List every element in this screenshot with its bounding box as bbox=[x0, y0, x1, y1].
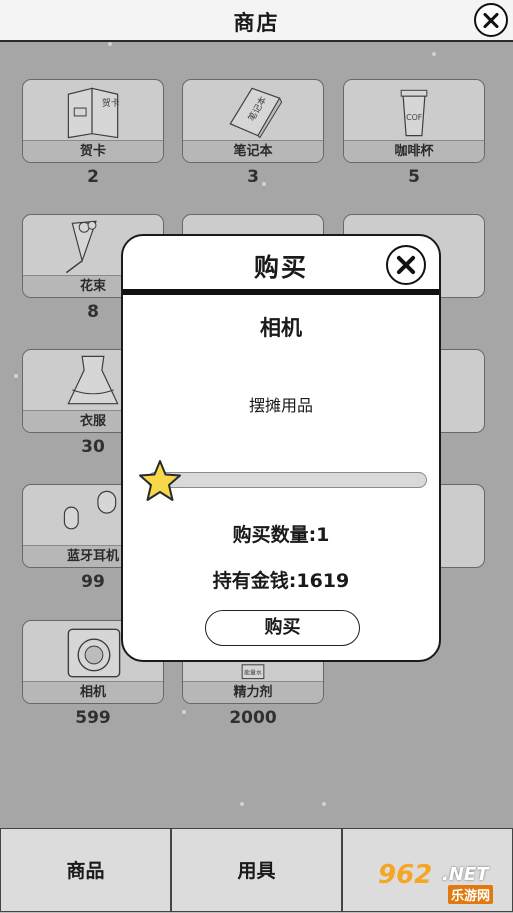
item-card[interactable]: COF 咖啡杯 bbox=[343, 79, 485, 163]
item-name: 笔记本 bbox=[183, 140, 323, 162]
watermark-text: 乐游网 bbox=[448, 885, 494, 904]
item-name: 贺卡 bbox=[23, 140, 163, 162]
item-name: 精力剂 bbox=[183, 681, 323, 703]
sparkle bbox=[322, 802, 326, 806]
svg-text:贺卡: 贺卡 bbox=[102, 97, 120, 109]
item-price: 2 bbox=[87, 167, 99, 187]
close-shop-button[interactable] bbox=[474, 3, 508, 37]
divider bbox=[123, 289, 439, 295]
shop-item-notebook[interactable]: 笔记本 笔记本 3 bbox=[182, 79, 324, 187]
item-name: 咖啡杯 bbox=[344, 140, 484, 162]
star-slider-handle-icon[interactable] bbox=[137, 458, 183, 504]
watermark-net: .NET bbox=[442, 864, 489, 885]
sparkle bbox=[182, 710, 186, 714]
svg-text:COF: COF bbox=[406, 113, 423, 122]
item-card[interactable]: 笔记本 笔记本 bbox=[182, 79, 324, 163]
svg-text:能量水: 能量水 bbox=[244, 669, 262, 677]
item-name: 相机 bbox=[23, 681, 163, 703]
sparkle bbox=[14, 374, 18, 378]
tab-tools[interactable]: 用具 bbox=[171, 828, 342, 912]
quantity-slider[interactable] bbox=[147, 472, 427, 488]
item-price: 2000 bbox=[229, 708, 277, 728]
purchase-quantity: 购买数量:1 bbox=[232, 524, 330, 546]
purchase-dialog: 购买 相机 摆摊用品 购买数量:1 持有金钱:1619 购买 bbox=[121, 234, 441, 662]
item-price: 599 bbox=[75, 708, 111, 728]
sparkle bbox=[240, 802, 244, 806]
money-held: 持有金钱:1619 bbox=[212, 570, 350, 592]
watermark-logo: 962 .NET 乐游网 bbox=[372, 858, 510, 906]
item-price: 5 bbox=[408, 167, 420, 187]
sparkle bbox=[262, 182, 266, 186]
close-dialog-button[interactable] bbox=[386, 245, 426, 285]
page-title: 商店 bbox=[233, 11, 280, 35]
buy-button[interactable]: 购买 bbox=[205, 610, 360, 646]
watermark-number: 962 bbox=[378, 860, 433, 890]
item-name-heading: 相机 bbox=[260, 316, 302, 340]
tab-goods[interactable]: 商品 bbox=[0, 828, 171, 912]
item-description: 摆摊用品 bbox=[248, 396, 313, 415]
item-price: 3 bbox=[247, 167, 259, 187]
item-card[interactable]: 贺卡 贺卡 bbox=[22, 79, 164, 163]
coffee-cup-icon: COF bbox=[400, 89, 428, 137]
shop-item-greeting-card[interactable]: 贺卡 贺卡 2 bbox=[22, 79, 164, 187]
sparkle bbox=[432, 52, 436, 56]
sparkle bbox=[108, 42, 112, 46]
header-bar: 商店 bbox=[0, 0, 513, 42]
greeting-card-icon: 贺卡 bbox=[67, 87, 120, 139]
notebook-icon: 笔记本 bbox=[229, 87, 283, 139]
shop-item-coffee-cup[interactable]: COF 咖啡杯 5 bbox=[343, 79, 485, 187]
